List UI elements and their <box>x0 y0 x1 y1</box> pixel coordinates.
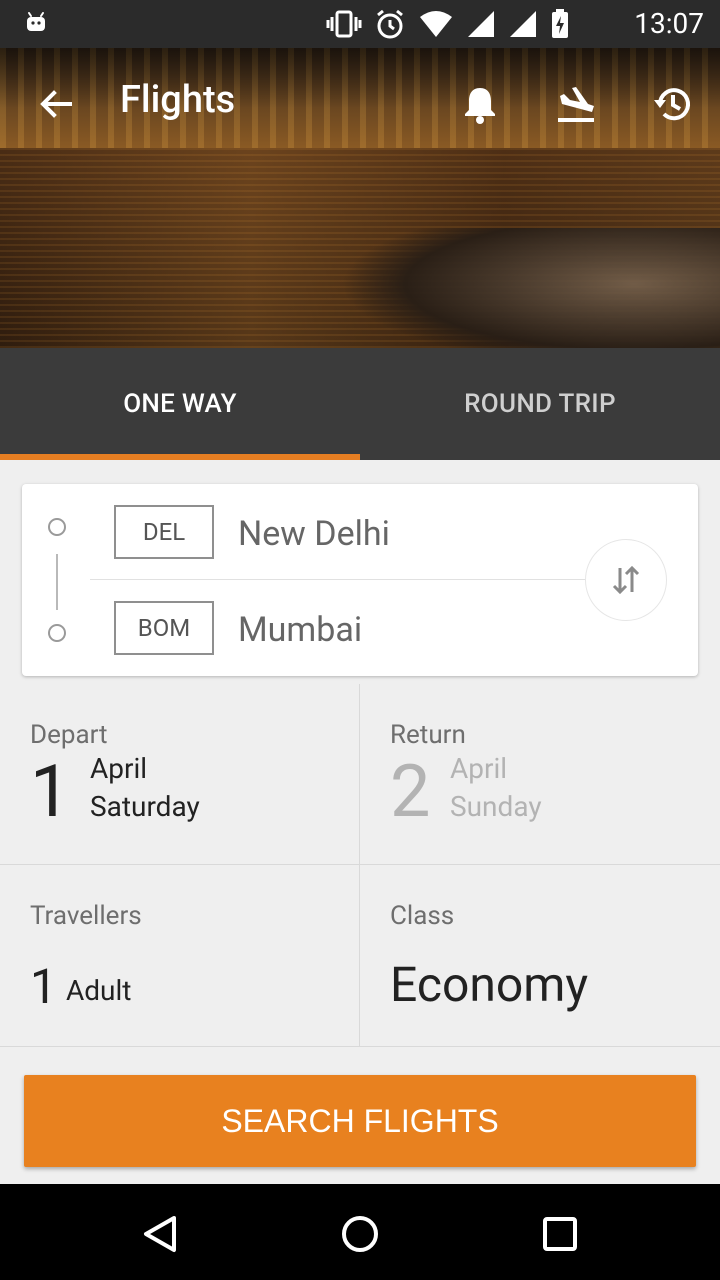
search-flights-button[interactable]: SEARCH FLIGHTS <box>24 1075 696 1167</box>
swap-vertical-icon <box>612 565 640 595</box>
travellers-label: Travellers <box>30 901 142 931</box>
status-icons <box>326 8 570 40</box>
status-bar: 13:07 <box>0 0 720 48</box>
flight-land-icon[interactable] <box>554 82 598 126</box>
depart-month: April <box>90 752 148 785</box>
destination-code[interactable]: BOM <box>114 601 214 655</box>
navigation-bar <box>0 1184 720 1280</box>
signal-icon <box>468 11 494 37</box>
tab-selected-indicator <box>0 454 360 460</box>
history-icon[interactable] <box>650 82 694 126</box>
notifications-icon[interactable] <box>458 82 502 126</box>
origin-dot-icon <box>48 518 66 536</box>
page-title: Flights <box>120 78 236 122</box>
depart-weekday: Saturday <box>90 790 200 823</box>
recents-square-icon[interactable] <box>538 1212 582 1256</box>
return-weekday: Sunday <box>450 790 542 823</box>
back-triangle-icon[interactable] <box>138 1212 182 1256</box>
android-icon <box>27 12 45 31</box>
app-bar: Flights <box>0 48 720 160</box>
rocks <box>340 228 720 348</box>
travellers-unit: Adult <box>66 974 132 1007</box>
back-icon[interactable] <box>36 84 76 124</box>
travellers-cell[interactable]: Travellers <box>0 865 359 1046</box>
trip-details-grid: Depart 1 April Saturday Return 2 April S… <box>0 684 720 1048</box>
depart-date-cell[interactable]: Depart 1 April Saturday <box>0 684 359 864</box>
route-connector-line <box>56 554 58 610</box>
alarm-icon <box>377 9 403 39</box>
origin-city[interactable]: New Delhi <box>238 514 390 554</box>
depart-label: Depart <box>30 720 108 750</box>
origin-code[interactable]: DEL <box>114 505 214 559</box>
home-circle-icon[interactable] <box>338 1212 382 1256</box>
class-label: Class <box>390 901 455 931</box>
return-month: April <box>450 752 508 785</box>
travellers-count: 1 <box>30 958 57 1015</box>
status-time: 13:07 <box>634 7 704 40</box>
depart-day: 1 <box>30 749 71 834</box>
tab-one-way[interactable]: ONE WAY <box>0 348 360 460</box>
wifi-icon <box>420 11 452 37</box>
tab-round-trip[interactable]: ROUND TRIP <box>360 348 720 460</box>
return-date-cell[interactable]: Return 2 April Sunday <box>360 684 720 864</box>
route-divider <box>90 579 586 580</box>
return-label: Return <box>390 720 466 750</box>
grid-bottom-divider <box>0 1046 720 1047</box>
return-day: 2 <box>390 749 431 834</box>
signal-icon <box>510 11 536 37</box>
trip-type-tabs: ONE WAY ROUND TRIP <box>0 348 720 460</box>
swap-cities-button[interactable] <box>585 539 667 621</box>
class-value: Economy <box>390 956 589 1013</box>
destination-city[interactable]: Mumbai <box>238 610 362 650</box>
route-card: DEL New Delhi BOM Mumbai <box>22 484 698 676</box>
destination-dot-icon <box>48 624 66 642</box>
vibrate-icon <box>326 10 362 38</box>
battery-charging-icon <box>552 9 568 38</box>
